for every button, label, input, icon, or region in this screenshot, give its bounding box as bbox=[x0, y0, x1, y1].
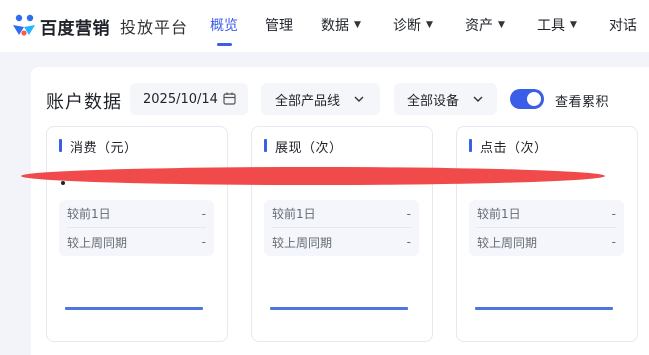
compare-label: 较上周同期 bbox=[477, 235, 538, 250]
trend-sparkline bbox=[65, 307, 203, 310]
nav-item-assets[interactable]: 资产 ▼ bbox=[465, 15, 505, 35]
nav-item-manage[interactable]: 管理 bbox=[265, 15, 293, 35]
chevron-down-icon bbox=[472, 93, 484, 109]
compare-value: - bbox=[201, 206, 206, 221]
nav-item-label: 资产 bbox=[465, 18, 493, 34]
nav-item-data[interactable]: 数据 ▼ bbox=[321, 15, 361, 35]
compare-row: 较前1日 - bbox=[272, 200, 411, 228]
nav-item-diagnose[interactable]: 诊断 ▼ bbox=[393, 15, 433, 35]
nav-item-tools[interactable]: 工具 ▼ bbox=[537, 15, 577, 35]
compare-value: - bbox=[406, 235, 411, 249]
nav-item-label: 工具 bbox=[537, 18, 565, 34]
compare-label: 较前1日 bbox=[67, 207, 111, 221]
compare-row: 较前1日 - bbox=[67, 200, 206, 228]
compare-label: 较上周同期 bbox=[67, 235, 128, 250]
date-value: 2025/10/14 bbox=[143, 91, 218, 107]
nav-item-overview[interactable]: 概览 bbox=[210, 15, 238, 35]
nav-item-label: 数据 bbox=[321, 18, 349, 34]
cumulative-toggle[interactable] bbox=[510, 89, 544, 109]
compare-value: - bbox=[611, 235, 616, 249]
brand-name: 百度营销 bbox=[40, 18, 110, 39]
compare-label: 较前1日 bbox=[477, 207, 521, 221]
trend-sparkline bbox=[475, 307, 613, 310]
product-line-value: 全部产品线 bbox=[275, 93, 341, 109]
compare-row: 较上周同期 - bbox=[477, 228, 616, 256]
caret-down-icon: ▼ bbox=[570, 20, 577, 30]
compare-row: 较上周同期 - bbox=[272, 228, 411, 256]
caret-down-icon: ▼ bbox=[354, 20, 361, 30]
nav-item-label: 概览 bbox=[210, 18, 238, 34]
nav-item-chat[interactable]: 对话 bbox=[609, 15, 637, 35]
top-nav-bar: 百度营销 投放平台 概览 管理 数据 ▼ 诊断 ▼ 资产 ▼ 工具 ▼ 对话 bbox=[0, 0, 649, 52]
compare-row: 较上周同期 - bbox=[67, 228, 206, 256]
card-accent-bar bbox=[59, 139, 62, 152]
chevron-down-icon bbox=[353, 93, 365, 109]
compare-value: - bbox=[611, 206, 616, 221]
brand-subtitle: 投放平台 bbox=[120, 18, 189, 37]
nav-item-label: 对话 bbox=[609, 18, 637, 34]
device-select[interactable]: 全部设备 bbox=[394, 83, 497, 115]
metric-title: 展现（次） bbox=[275, 141, 343, 156]
metric-title: 消费（元） bbox=[70, 141, 138, 156]
card-accent-bar bbox=[469, 139, 472, 152]
metric-card-clicks[interactable]: 点击（次） 较前1日 - 较上周同期 - bbox=[456, 126, 638, 342]
page-title: 账户数据 bbox=[46, 92, 122, 113]
calendar-icon bbox=[223, 92, 236, 109]
toggle-knob bbox=[527, 92, 541, 106]
metric-title: 点击（次） bbox=[480, 141, 548, 156]
date-picker[interactable]: 2025/10/14 bbox=[130, 83, 248, 115]
caret-down-icon: ▼ bbox=[498, 20, 505, 30]
metric-card-impressions[interactable]: 展现（次） 较前1日 - 较上周同期 - bbox=[251, 126, 433, 342]
nav-item-label: 管理 bbox=[265, 18, 293, 34]
compare-value: - bbox=[201, 235, 206, 249]
compare-label: 较上周同期 bbox=[272, 235, 333, 250]
nav-item-label: 诊断 bbox=[393, 18, 421, 34]
compare-value: - bbox=[406, 206, 411, 221]
device-value: 全部设备 bbox=[407, 93, 460, 109]
compare-label: 较前1日 bbox=[272, 207, 316, 221]
caret-down-icon: ▼ bbox=[426, 20, 433, 30]
compare-box: 较前1日 - 较上周同期 - bbox=[59, 200, 214, 256]
logo[interactable]: 百度营销 投放平台 bbox=[10, 12, 188, 40]
nav-active-indicator bbox=[217, 43, 232, 46]
metric-card-cost[interactable]: 消费（元） 较前1日 - 较上周同期 - bbox=[46, 126, 228, 342]
compare-row: 较前1日 - bbox=[477, 200, 616, 228]
trend-sparkline bbox=[270, 307, 408, 310]
compare-box: 较前1日 - 较上周同期 - bbox=[264, 200, 419, 256]
cumulative-toggle-label: 查看累积 bbox=[555, 95, 610, 110]
baidu-marketing-logo-icon bbox=[10, 13, 38, 39]
card-accent-bar bbox=[264, 139, 267, 152]
product-line-select[interactable]: 全部产品线 bbox=[261, 83, 380, 115]
compare-box: 较前1日 - 较上周同期 - bbox=[469, 200, 624, 256]
